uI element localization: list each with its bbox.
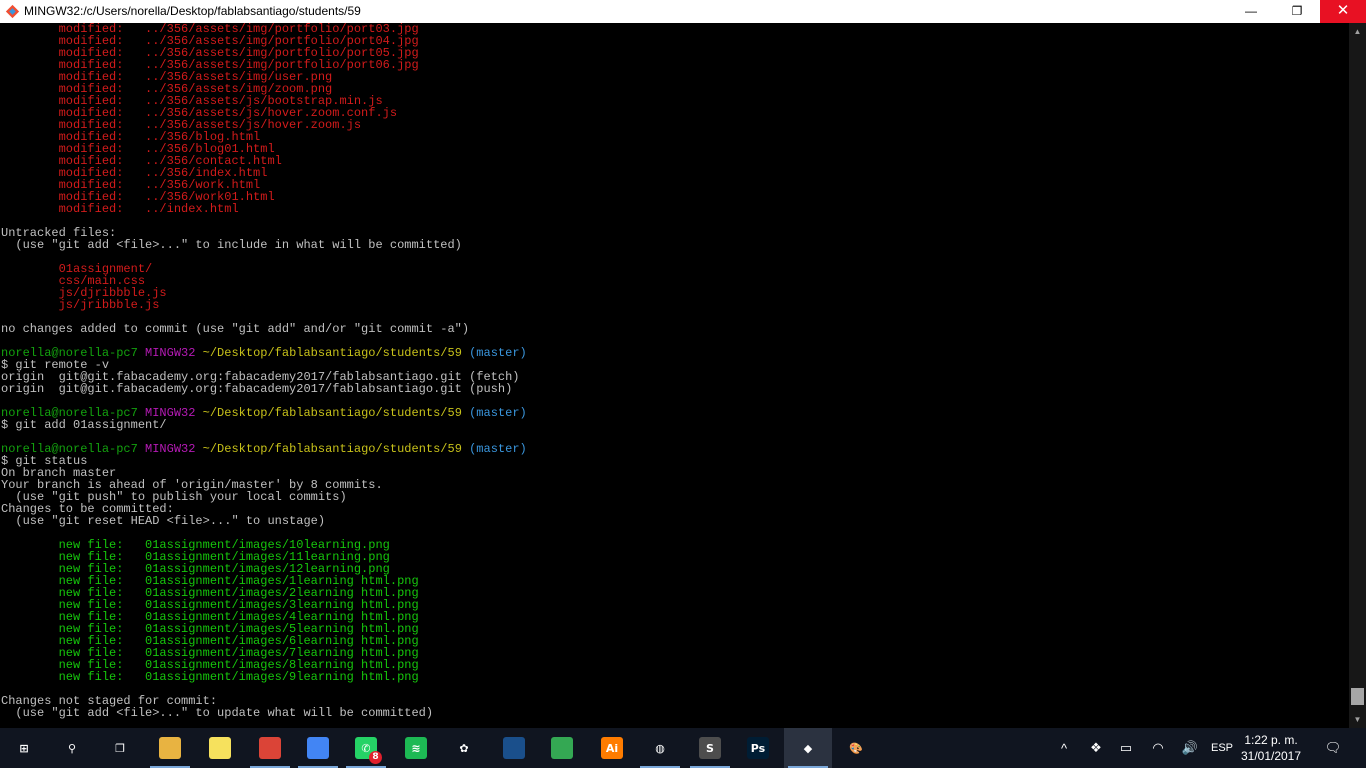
kindle-icon [503, 737, 525, 759]
taskbar-whatsapp[interactable]: ✆ 8 [342, 728, 390, 768]
spotify-icon: ≋ [405, 737, 427, 759]
taskbar-photoshop[interactable]: Ps [734, 728, 782, 768]
terminal-text-segment: MINGW32 [145, 346, 196, 360]
language-indicator: ESP [1210, 742, 1233, 754]
scroll-down-arrow-icon[interactable]: ▼ [1349, 711, 1366, 728]
sticky-note-icon [209, 737, 231, 759]
volume-icon: 🔊 [1181, 740, 1199, 755]
taskbar-spotify[interactable]: ≋ [392, 728, 440, 768]
chevron-up-icon: ^ [1060, 740, 1068, 756]
photoshop-icon: Ps [747, 737, 769, 759]
window-titlebar[interactable]: MINGW32:/c/Users/norella/Desktop/fablabs… [0, 0, 1366, 23]
search-icon: ⚲ [67, 741, 77, 755]
terminal-line: (use "git add <file>..." to update what … [1, 707, 527, 719]
paint-palette-icon: 🎨 [849, 741, 863, 755]
clock-time: 1:22 p. m. [1244, 733, 1298, 747]
window-title: MINGW32:/c/Users/norella/Desktop/fablabs… [24, 4, 361, 18]
terminal-text-segment: (use "git reset HEAD <file>..." to unsta… [1, 514, 326, 528]
whatsapp-icon: ✆ 8 [355, 737, 382, 764]
windows-taskbar: 1:22 p. m. 31/01/2017 🗨 ⊞ ⚲ ❐ ✆ 8 ≋ ✿ Ai ◍ S Ps ◆ 🎨 ^… [0, 728, 1366, 768]
show-hidden-icons-button[interactable]: ^ [1050, 728, 1078, 768]
terminal-line: new file: 01assignment/images/9learning … [1, 671, 527, 683]
inkscape-icon: ◍ [655, 741, 665, 755]
taskbar-inkscape[interactable]: ◍ [636, 728, 684, 768]
taskbar-chrome-app-2[interactable] [294, 728, 342, 768]
battery-tray[interactable]: ▭ [1112, 728, 1140, 768]
terminal-text-segment: origin git@git.fabacademy.org:fabacademy… [1, 382, 513, 396]
terminal-line: $ git add 01assignment/ [1, 419, 527, 431]
taskbar-app-mascot[interactable]: ✿ [440, 728, 488, 768]
terminal-text-segment: (master) [469, 406, 527, 420]
start-button[interactable]: ⊞ [0, 728, 48, 768]
git-icon: ◆ [803, 741, 813, 755]
taskbar-file-explorer[interactable] [146, 728, 194, 768]
scrollbar-thumb[interactable] [1351, 688, 1364, 705]
battery-icon: ▭ [1119, 740, 1133, 755]
terminal-line: modified: ../index.html [1, 203, 527, 215]
taskbar-git-bash[interactable]: ◆ [784, 728, 832, 768]
minimize-button[interactable]: — [1228, 0, 1274, 23]
maximize-button[interactable]: ❐ [1274, 0, 1320, 23]
terminal-text-segment: (use "git add <file>..." to update what … [1, 706, 434, 720]
terminal-line: (use "git reset HEAD <file>..." to unsta… [1, 515, 527, 527]
terminal-text-segment: MINGW32 [145, 442, 196, 456]
close-button[interactable]: ✕ [1320, 0, 1366, 23]
terminal-text-segment: modified: ../index.html [1, 202, 239, 216]
taskbar-illustrator[interactable]: Ai [588, 728, 636, 768]
scroll-up-arrow-icon[interactable]: ▲ [1349, 23, 1366, 40]
folder-icon [159, 737, 181, 759]
clock-date: 31/01/2017 [1240, 749, 1302, 763]
terminal-line: js/jribbble.js [1, 299, 527, 311]
taskbar-sublime-text[interactable]: S [686, 728, 734, 768]
terminal-text-segment: ~/Desktop/fablabsantiago/students/59 [202, 406, 462, 420]
windows-logo-icon: ⊞ [19, 741, 29, 755]
task-view-button[interactable]: ❐ [96, 728, 144, 768]
notification-badge: 8 [369, 751, 382, 764]
wifi-tray[interactable]: ◠ [1144, 728, 1172, 768]
terminal-text-segment: ~/Desktop/fablabsantiago/students/59 [202, 346, 462, 360]
dropbox-icon: ❖ [1090, 740, 1102, 755]
chrome-icon [551, 737, 573, 759]
terminal-text-segment: (master) [469, 442, 527, 456]
chrome-icon [259, 737, 281, 759]
task-view-icon: ❐ [115, 741, 125, 755]
terminal-text-segment: $ git add 01assignment/ [1, 418, 167, 432]
taskbar-sticky-notes[interactable] [196, 728, 244, 768]
terminal-text-segment: ~/Desktop/fablabsantiago/students/59 [202, 442, 462, 456]
notifications-button[interactable]: 🗨 [1310, 728, 1356, 768]
terminal-output[interactable]: modified: ../356/assets/img/portfolio/po… [0, 23, 1349, 728]
dropbox-tray[interactable]: ❖ [1082, 728, 1110, 768]
taskbar-paint[interactable]: 🎨 [832, 728, 880, 768]
volume-tray[interactable]: 🔊 [1176, 728, 1204, 768]
terminal-text-segment: js/jribbble.js [1, 298, 160, 312]
wifi-icon: ◠ [1152, 740, 1164, 755]
chrome-icon [307, 737, 329, 759]
search-button[interactable]: ⚲ [48, 728, 96, 768]
terminal-line: (use "git add <file>..." to include in w… [1, 239, 527, 251]
terminal-line: no changes added to commit (use "git add… [1, 323, 527, 335]
taskbar-chrome[interactable] [538, 728, 586, 768]
git-bash-app-icon [5, 4, 20, 19]
terminal-text-segment: (master) [469, 346, 527, 360]
terminal-scrollbar[interactable]: ▲ ▼ [1349, 23, 1366, 728]
terminal-text-segment: no changes added to commit (use "git add… [1, 322, 470, 336]
terminal-text-segment: new file: 01assignment/images/9learning … [1, 670, 419, 684]
action-center-icon: 🗨 [1324, 740, 1342, 755]
system-clock[interactable]: 1:22 p. m. 31/01/2017 [1236, 732, 1306, 764]
terminal-text: modified: ../356/assets/img/portfolio/po… [1, 23, 527, 719]
language-tray[interactable]: ESP [1206, 728, 1238, 768]
mascot-icon: ✿ [459, 741, 469, 755]
taskbar-kindle[interactable] [490, 728, 538, 768]
illustrator-icon: Ai [601, 737, 623, 759]
terminal-text-segment: (use "git add <file>..." to include in w… [1, 238, 462, 252]
taskbar-chrome-app-1[interactable] [246, 728, 294, 768]
terminal-line: origin git@git.fabacademy.org:fabacademy… [1, 383, 527, 395]
sublime-text-icon: S [699, 737, 721, 759]
